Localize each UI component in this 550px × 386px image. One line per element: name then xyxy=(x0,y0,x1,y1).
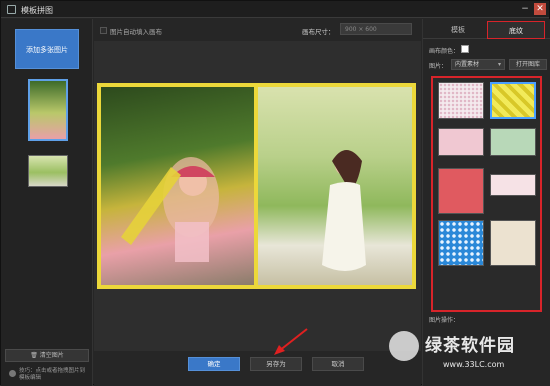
watermark-url: www.33LC.com xyxy=(443,360,505,369)
tab-template[interactable]: 模板 xyxy=(429,21,487,39)
canvas-size-label: 画布尺寸： xyxy=(302,28,335,36)
texture-swatch-pink-dots[interactable] xyxy=(438,82,484,119)
photo-slot-right[interactable] xyxy=(258,87,412,285)
ok-button[interactable]: 确定 xyxy=(188,357,240,371)
auto-fill-checkbox[interactable] xyxy=(100,27,107,34)
save-as-button[interactable]: 另存为 xyxy=(250,357,302,371)
canvas-color-label: 画布颜色： xyxy=(429,48,460,55)
title-bar: 模板拼图 − ✕ xyxy=(1,1,549,18)
texture-grid xyxy=(431,76,542,312)
image-source-select[interactable]: 内置素材 ▾ xyxy=(451,59,505,70)
template-collage-window: 模板拼图 − ✕ 添加多张图片 🗑 清空图片 技巧：点击或者拖拽图片到模板编辑 … xyxy=(0,0,550,386)
red-arrow-annotation xyxy=(274,328,308,355)
close-icon[interactable]: ✕ xyxy=(534,3,546,15)
texture-swatch-blue-dots[interactable] xyxy=(438,220,484,266)
texture-swatch-pink-light[interactable] xyxy=(438,128,484,156)
canvas-color-swatch[interactable] xyxy=(461,45,469,53)
image-ops-label: 图片操作： xyxy=(429,317,460,324)
chevron-down-icon: ▾ xyxy=(497,61,501,68)
tip-icon xyxy=(9,370,16,377)
minimize-icon[interactable]: − xyxy=(519,3,531,15)
image-source-value: 内置素材 xyxy=(455,61,480,68)
photo-left-image xyxy=(121,157,219,262)
texture-swatch-beige[interactable] xyxy=(490,220,536,266)
tab-texture[interactable]: 底纹 xyxy=(487,21,545,39)
panel-tabs: 模板 底纹 xyxy=(423,19,550,39)
auto-fill-label: 图片自动填入画布 xyxy=(110,28,162,36)
trash-icon: 🗑 xyxy=(30,352,40,359)
image-source-label: 图片： xyxy=(429,63,448,70)
texture-swatch-yellow-stripes[interactable] xyxy=(490,82,536,119)
bottom-bar: 确定 另存为 取消 xyxy=(94,351,421,386)
watermark-logo-icon xyxy=(389,331,419,361)
open-library-button[interactable]: 打开图库 xyxy=(509,59,547,70)
clear-images-label: 清空图片 xyxy=(39,352,64,359)
collage-canvas[interactable] xyxy=(97,83,416,289)
left-panel: 添加多张图片 🗑 清空图片 技巧：点击或者拖拽图片到模板编辑 xyxy=(1,19,93,386)
photo-slot-left[interactable] xyxy=(101,87,254,285)
texture-swatch-red[interactable] xyxy=(438,168,484,214)
photo-right-image xyxy=(322,150,366,271)
app-icon xyxy=(7,5,16,14)
texture-swatch-pink-pale[interactable] xyxy=(490,174,536,196)
thumbnail-2[interactable] xyxy=(28,155,68,187)
canvas-size-field[interactable]: 900 × 600 xyxy=(340,23,412,35)
texture-swatch-green-light[interactable] xyxy=(490,128,536,156)
cancel-button[interactable]: 取消 xyxy=(312,357,364,371)
watermark: 绿茶软件园 www.33LC.com xyxy=(383,327,550,386)
tip-text: 技巧：点击或者拖拽图片到模板编辑 xyxy=(19,368,86,381)
clear-images-button[interactable]: 🗑 清空图片 xyxy=(5,349,89,362)
window-title: 模板拼图 xyxy=(21,6,53,15)
canvas-toolbar: 图片自动填入画布 画布尺寸： 900 × 600 xyxy=(94,19,421,41)
watermark-brand: 绿茶软件园 xyxy=(425,336,515,356)
thumbnail-1[interactable] xyxy=(28,79,68,141)
add-images-button[interactable]: 添加多张图片 xyxy=(15,29,79,69)
